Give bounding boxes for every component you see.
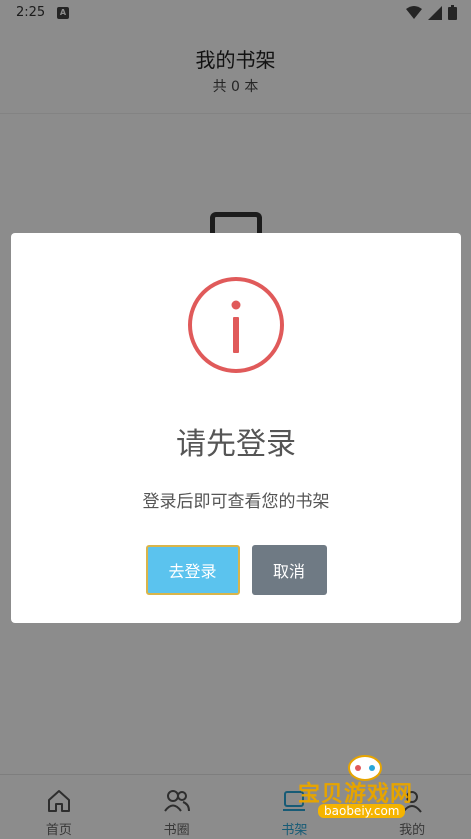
go-login-button[interactable]: 去登录: [145, 545, 240, 595]
watermark-url: baobeiy.com: [318, 804, 406, 818]
watermark-logo: 宝贝游戏网 baobeiy.com: [290, 752, 440, 822]
info-icon: [188, 277, 284, 373]
dialog-title: 请先登录: [176, 427, 296, 462]
dialog-message: 登录后即可查看您的书架: [142, 492, 330, 512]
login-required-dialog: 请先登录 登录后即可查看您的书架 去登录 取消: [11, 233, 461, 623]
cancel-button[interactable]: 取消: [251, 545, 327, 595]
dialog-buttons: 去登录 取消: [11, 545, 461, 595]
